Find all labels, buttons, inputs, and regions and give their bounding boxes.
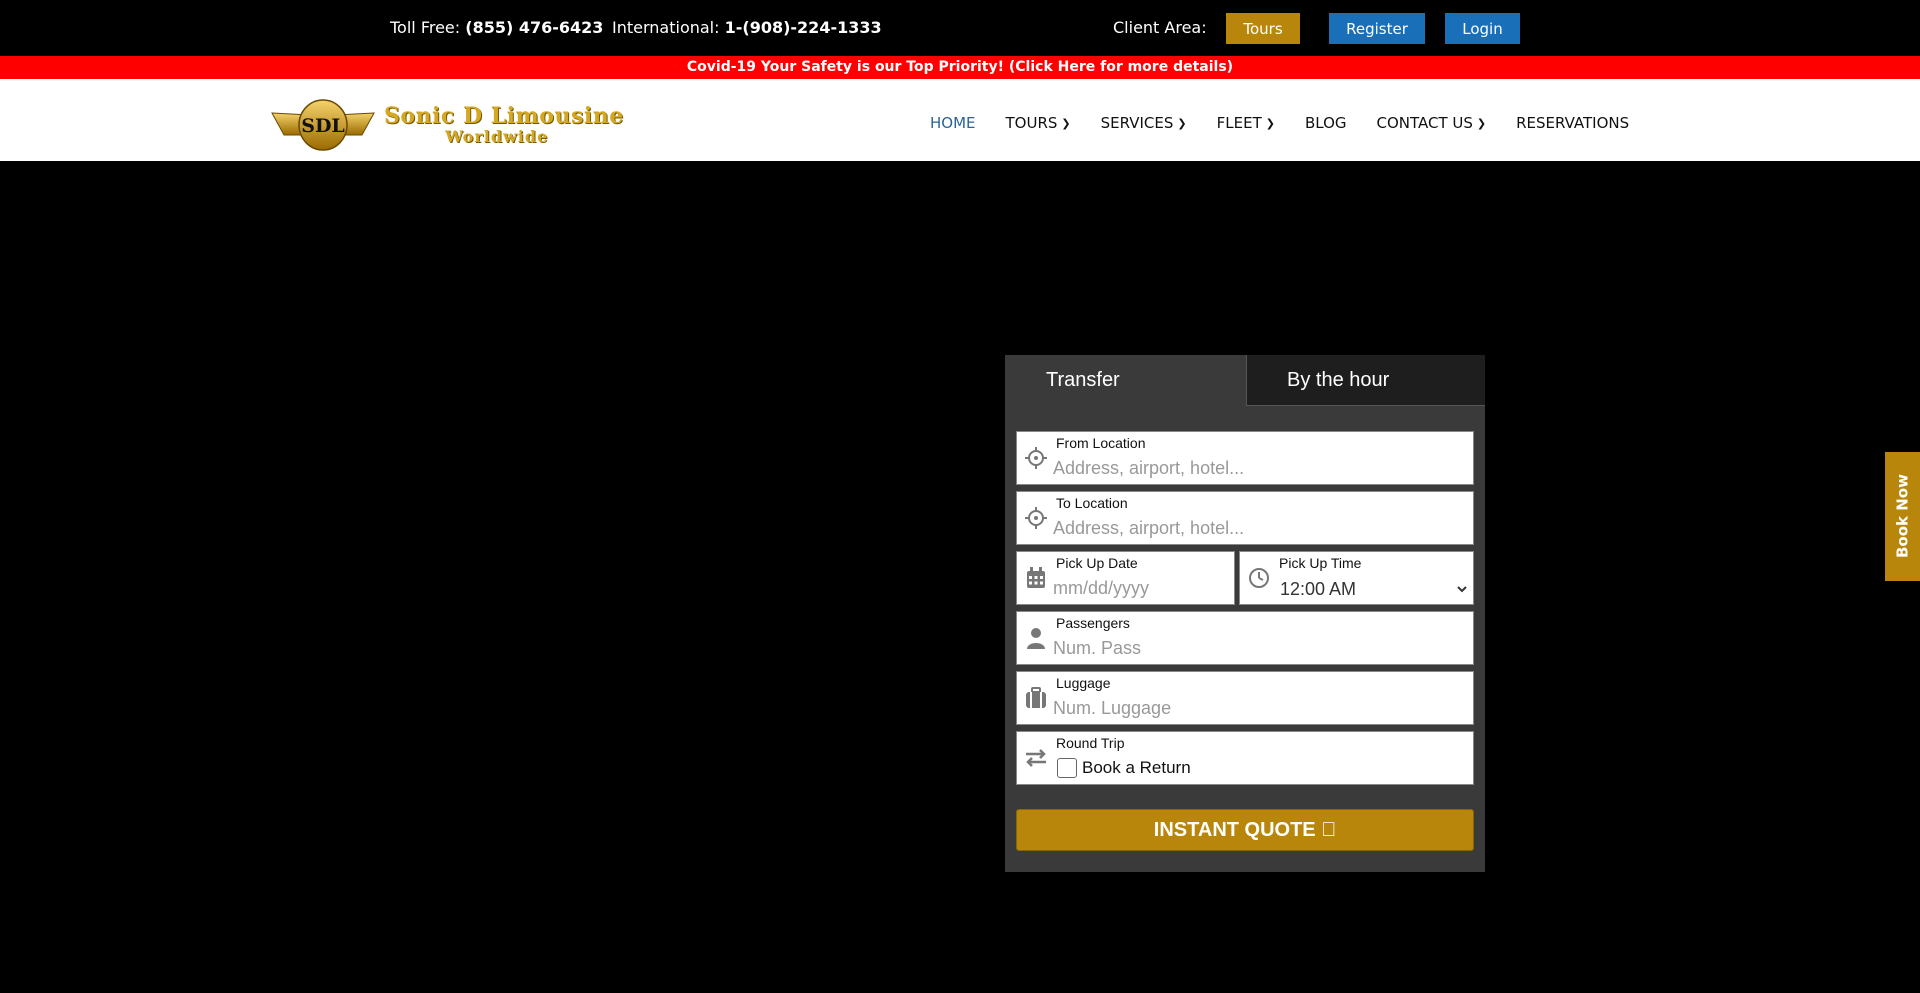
top-bar: Toll Free: (855) 476-6423 International:… [0, 0, 1920, 56]
calendar-icon [1023, 565, 1049, 591]
international-phone: International: 1-(908)-224-1333 [612, 18, 882, 37]
from-location-label: From Location [1056, 435, 1146, 451]
client-area-label: Client Area: [1113, 18, 1207, 37]
logo-emblem-icon: SDL [271, 99, 375, 151]
toll-free-label: Toll Free: [390, 18, 461, 37]
pickup-time-label: Pick Up Time [1279, 555, 1362, 571]
pickup-date-field: Pick Up Date [1016, 551, 1235, 605]
luggage-field: Luggage [1016, 671, 1474, 725]
chevron-down-icon: ❯ [1476, 116, 1487, 130]
international-label: International: [612, 18, 720, 37]
logo-brand-name: Sonic D Limousine [384, 103, 624, 129]
nav-item-services[interactable]: SERVICES ❯ [1101, 114, 1187, 132]
nav-item-blog[interactable]: BLOG [1305, 114, 1347, 132]
luggage-input[interactable] [1053, 695, 1463, 721]
nav-item-contact[interactable]: CONTACT US ❯ [1377, 114, 1487, 132]
nav-item-fleet[interactable]: FLEET ❯ [1217, 114, 1275, 132]
book-now-tab[interactable]: Book Now [1885, 452, 1920, 581]
booking-tabs: Transfer By the hour [1005, 355, 1485, 406]
user-icon [1023, 625, 1049, 651]
round-trip-label: Round Trip [1056, 735, 1125, 751]
tours-button[interactable]: Tours [1226, 13, 1300, 44]
register-button[interactable]: Register [1329, 13, 1425, 44]
logo-emblem-text: SDL [301, 115, 345, 137]
main-navbar: SDL Sonic D Limousine Worldwide HOME TOU… [0, 79, 1920, 161]
from-location-input[interactable] [1053, 455, 1463, 481]
pickup-date-input[interactable] [1053, 575, 1228, 601]
from-location-field: From Location [1016, 431, 1474, 485]
clock-icon [1246, 565, 1272, 591]
booking-widget: Transfer By the hour From Location To Lo… [1005, 355, 1485, 872]
tab-by-the-hour[interactable]: By the hour [1246, 355, 1485, 406]
suitcase-icon [1023, 685, 1049, 711]
pickup-date-label: Pick Up Date [1056, 555, 1138, 571]
swap-arrows-icon [1023, 745, 1049, 771]
nav-item-tours[interactable]: TOURS ❯ [1006, 114, 1071, 132]
to-location-input[interactable] [1053, 515, 1463, 541]
covid-banner[interactable]: Covid-19 Your Safety is our Top Priority… [0, 56, 1920, 79]
toll-free: Toll Free: (855) 476-6423 [390, 18, 603, 37]
crosshair-icon [1023, 505, 1049, 531]
instant-quote-button[interactable]: INSTANT QUOTE  [1016, 809, 1474, 851]
luggage-label: Luggage [1056, 675, 1111, 691]
book-return-row: Book a Return [1057, 758, 1191, 778]
international-number[interactable]: 1-(908)-224-1333 [725, 18, 882, 37]
chevron-down-icon: ❯ [1177, 116, 1187, 130]
passengers-label: Passengers [1056, 615, 1130, 631]
logo-brand-tagline: Worldwide [445, 127, 549, 146]
login-button[interactable]: Login [1445, 13, 1520, 44]
chevron-down-icon: ❯ [1061, 116, 1071, 130]
site-logo[interactable]: SDL Sonic D Limousine Worldwide [270, 97, 625, 152]
to-location-label: To Location [1056, 495, 1128, 511]
passengers-input[interactable] [1053, 635, 1463, 661]
pickup-time-field: Pick Up Time 12:00 AM [1239, 551, 1474, 605]
passengers-field: Passengers [1016, 611, 1474, 665]
crosshair-icon [1023, 445, 1049, 471]
round-trip-field: Round Trip Book a Return [1016, 731, 1474, 785]
pickup-time-select[interactable]: 12:00 AM [1276, 576, 1470, 602]
book-return-label[interactable]: Book a Return [1082, 758, 1191, 778]
nav-item-reservations[interactable]: RESERVATIONS [1516, 114, 1629, 132]
toll-free-number[interactable]: (855) 476-6423 [465, 18, 603, 37]
to-location-field: To Location [1016, 491, 1474, 545]
nav-item-home[interactable]: HOME [930, 114, 976, 132]
nav-menu: HOME TOURS ❯ SERVICES ❯ FLEET ❯ BLOG CONTAC… [930, 114, 1659, 132]
chevron-down-icon: ❯ [1265, 116, 1275, 130]
book-return-checkbox[interactable] [1057, 758, 1077, 778]
tab-transfer[interactable]: Transfer [1005, 355, 1246, 406]
